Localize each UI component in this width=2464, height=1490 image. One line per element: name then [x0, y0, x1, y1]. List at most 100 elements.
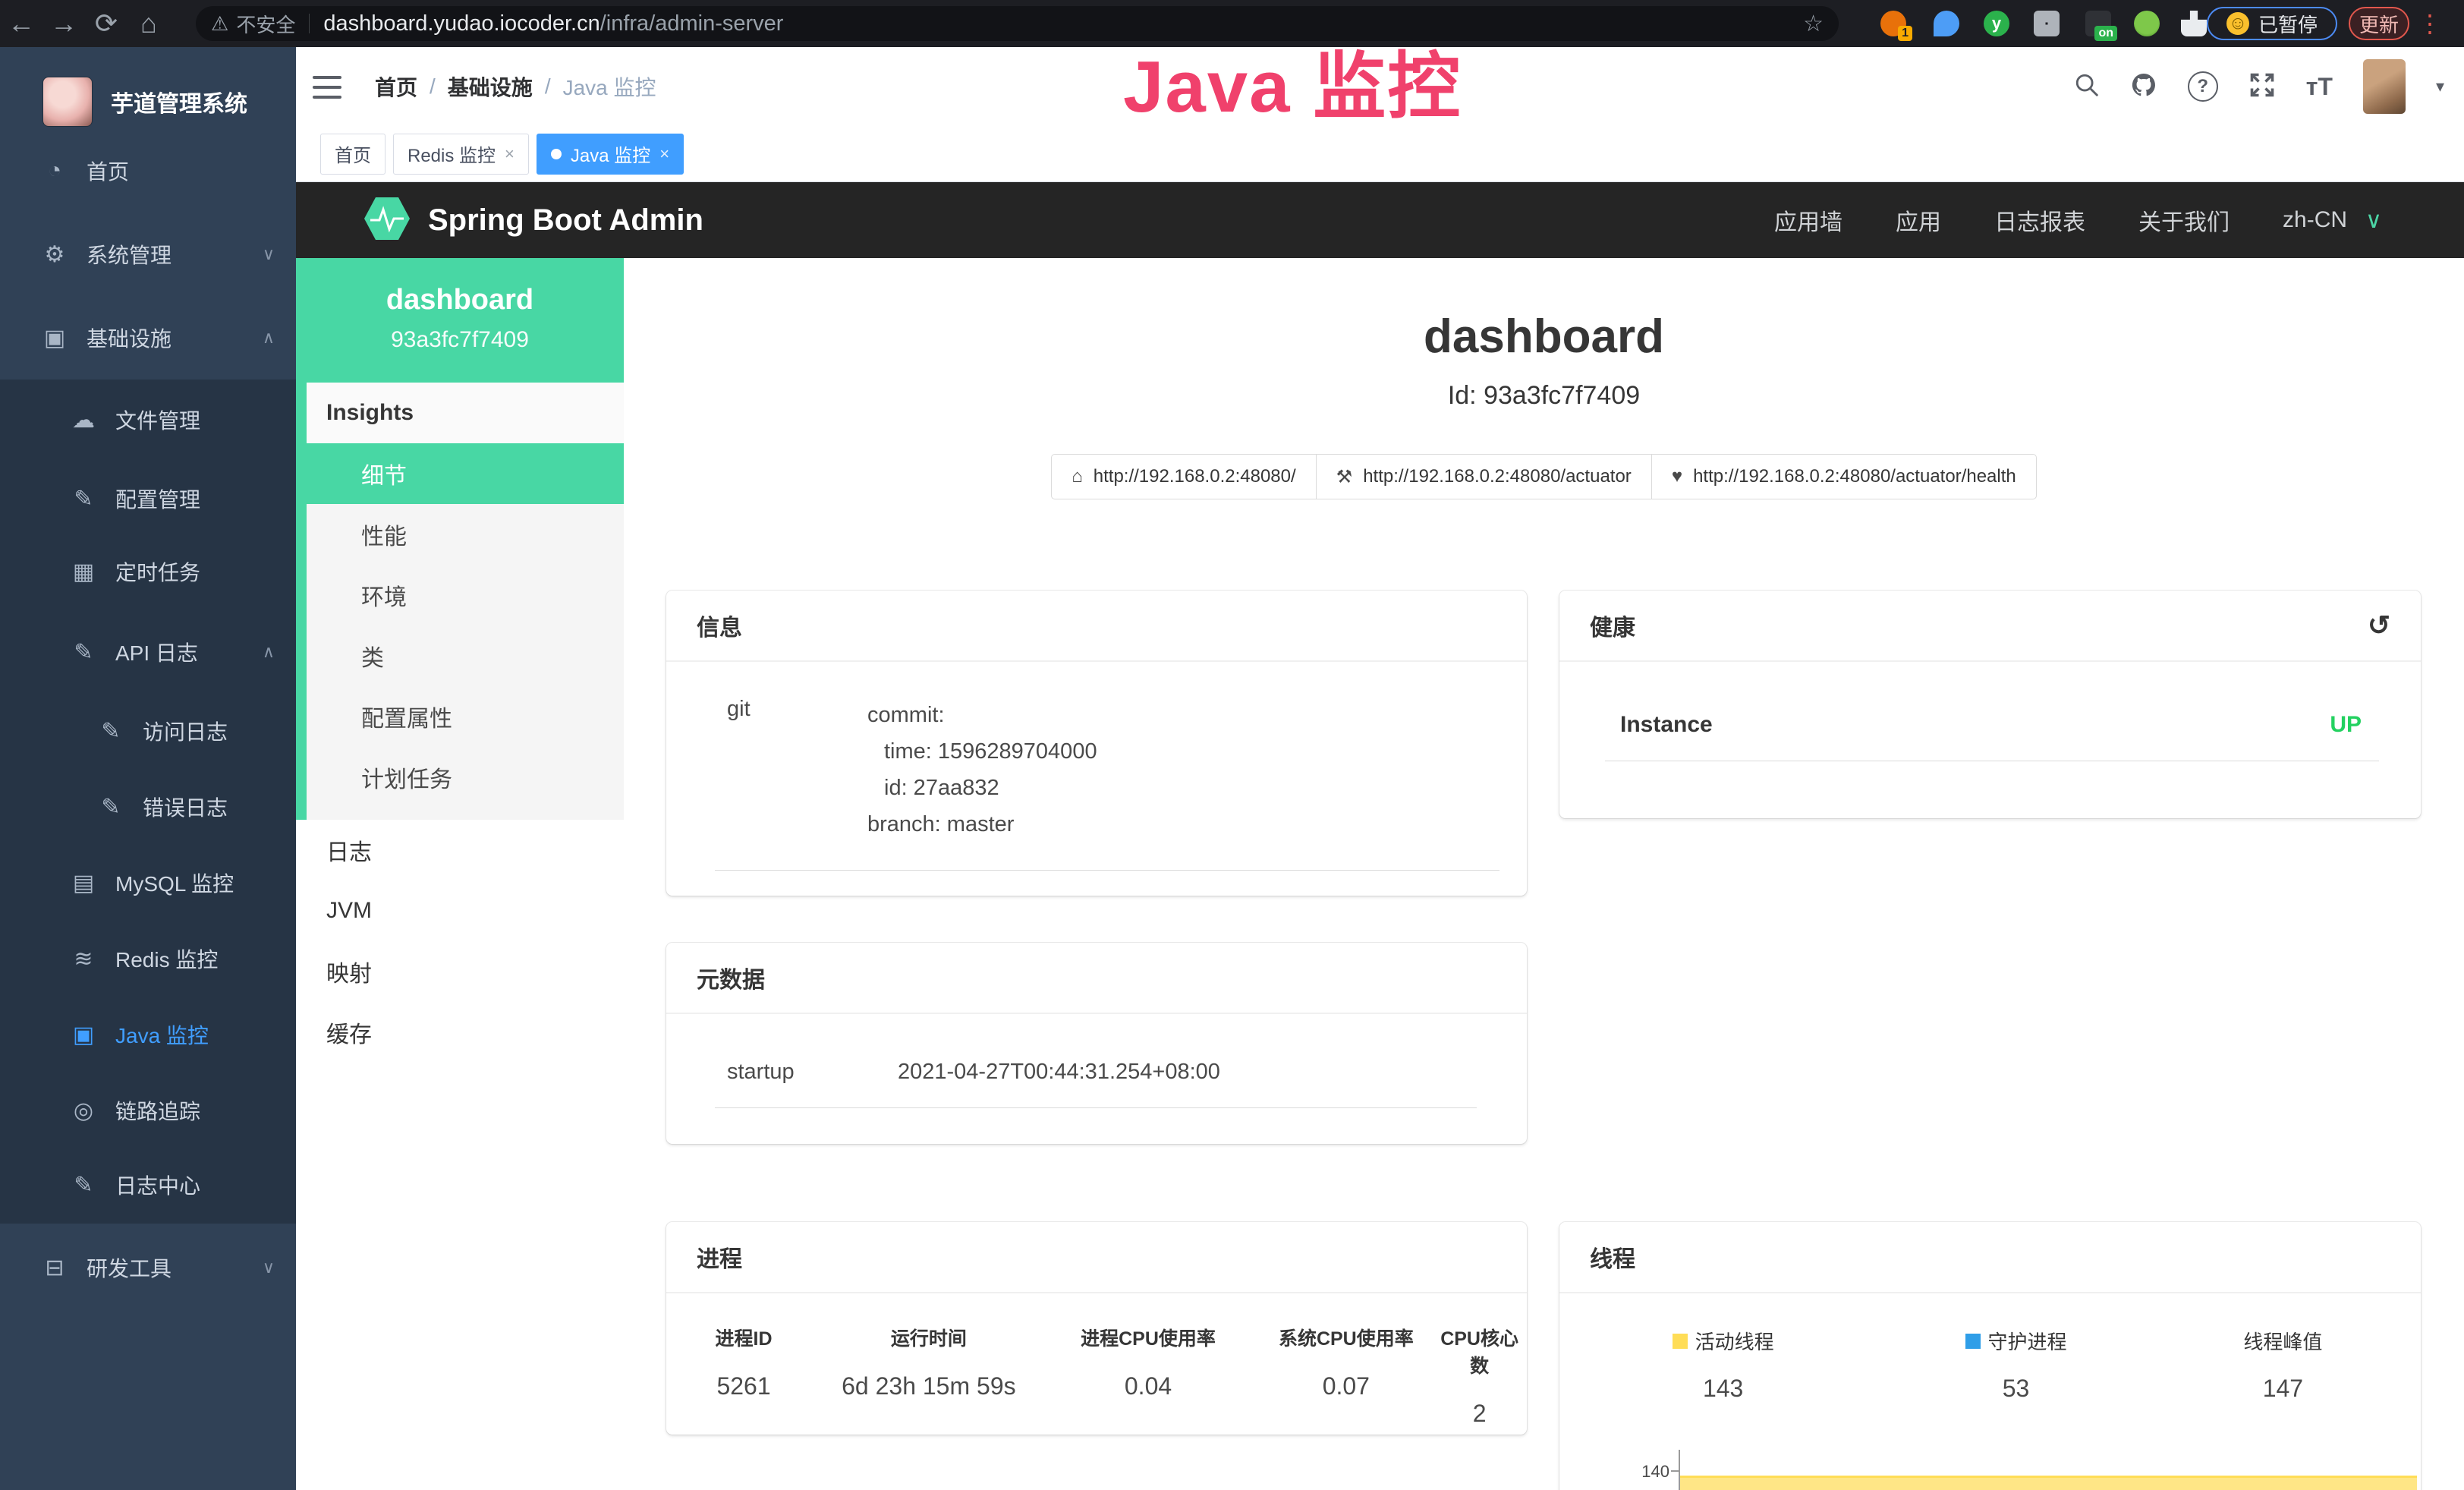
- security-chip[interactable]: ⚠ 不安全: [211, 10, 295, 38]
- sidebar-item-error-log[interactable]: ✎ 错误日志: [0, 770, 296, 843]
- app-logo: [42, 77, 93, 127]
- sba-nav-jvm[interactable]: JVM: [296, 880, 624, 941]
- fullscreen-icon[interactable]: [2248, 71, 2276, 102]
- sidebar-item-home[interactable]: ◔ 首页: [0, 134, 296, 207]
- sidebar-item-log-center[interactable]: ✎ 日志中心: [0, 1148, 296, 1221]
- chevron-down-icon[interactable]: ∨: [2365, 207, 2382, 234]
- info-line: commit:: [867, 697, 1097, 733]
- app-logo-row[interactable]: 芋道管理系统: [0, 67, 296, 137]
- close-icon[interactable]: ×: [659, 144, 669, 164]
- sidebar-item-label: 首页: [87, 156, 129, 186]
- extension-icon-orange[interactable]: 1: [1880, 11, 1906, 36]
- sidebar-item-mysql[interactable]: ▤ MySQL 监控: [0, 846, 296, 919]
- sba-nav-applications[interactable]: 应用: [1896, 203, 1941, 237]
- sidebar-item-trace[interactable]: ◎ 链路追踪: [0, 1074, 296, 1147]
- sidebar-item-files[interactable]: ☁ 文件管理: [0, 383, 296, 456]
- sba-nav-logs[interactable]: 日志: [296, 820, 624, 880]
- browser-home-button[interactable]: ⌂: [127, 0, 170, 47]
- actuator-url-button[interactable]: ⚒ http://192.168.0.2:48080/actuator: [1316, 454, 1652, 499]
- legend-label: 活动线程: [1695, 1327, 1774, 1355]
- sba-nav-metrics[interactable]: 性能: [307, 504, 624, 565]
- sidebar-item-config[interactable]: ✎ 配置管理: [0, 462, 296, 535]
- sba-sidebar: dashboard 93a3fc7f7409 Insights 细节 性能 环境…: [296, 258, 624, 1490]
- legend-active-threads: 活动线程: [1673, 1327, 1774, 1355]
- threads-daemon-value: 53: [1887, 1375, 2145, 1403]
- log-icon: ✎: [94, 794, 127, 821]
- close-icon[interactable]: ×: [505, 144, 515, 164]
- url-path: /infra/admin-server: [600, 11, 784, 36]
- health-card: 健康 ↺ Instance UP: [1559, 591, 2421, 818]
- extension-icon-pin[interactable]: [1934, 11, 1959, 36]
- sidebar-item-label: Redis 监控: [115, 943, 218, 974]
- extension-icon-green[interactable]: [2134, 11, 2160, 36]
- chevron-down-icon: ∨: [263, 1258, 275, 1277]
- tab-home[interactable]: 首页: [320, 134, 385, 175]
- tab-java-monitor[interactable]: Java 监控 ×: [537, 134, 684, 175]
- help-icon[interactable]: ?: [2188, 71, 2218, 102]
- sidebar-item-label: 配置管理: [115, 484, 200, 514]
- service-url-button[interactable]: ⌂ http://192.168.0.2:48080/: [1051, 454, 1316, 499]
- browser-update-button[interactable]: 更新: [2349, 7, 2409, 40]
- sba-nav-config-props[interactable]: 配置属性: [307, 686, 624, 747]
- sidebar-item-devtools[interactable]: ⊟ 研发工具 ∨: [0, 1231, 296, 1304]
- process-card: 进程 进程ID 5261 运行时间 6d 23h 15m 59s 进程CPU使用…: [666, 1222, 1527, 1435]
- chevron-down-icon: ∨: [263, 244, 275, 264]
- divider: [715, 870, 1499, 871]
- font-size-icon[interactable]: тT: [2306, 73, 2333, 101]
- process-col-header: CPU核心数: [1432, 1324, 1527, 1378]
- caret-down-icon[interactable]: ▾: [2436, 77, 2444, 96]
- bookmark-star-icon[interactable]: ☆: [1803, 11, 1824, 37]
- sba-brand[interactable]: Spring Boot Admin: [428, 203, 703, 238]
- sba-locale-select[interactable]: zh-CN: [2283, 207, 2347, 233]
- user-avatar[interactable]: [2363, 59, 2406, 114]
- extension-icon-list[interactable]: on: [2085, 11, 2111, 36]
- profile-paused-chip[interactable]: ☺ 已暂停: [2207, 7, 2337, 40]
- sidebar-item-java-monitor[interactable]: ▣ Java 监控: [0, 998, 296, 1071]
- sba-nav-scheduled-tasks[interactable]: 计划任务: [307, 747, 624, 808]
- legend-label: 守护进程: [1988, 1327, 2067, 1355]
- sba-nav-mappings[interactable]: 映射: [296, 941, 624, 1002]
- info-line: id: 27aa832: [867, 770, 1097, 806]
- sba-nav-caches[interactable]: 缓存: [296, 1002, 624, 1063]
- legend-peak-threads: 线程峰值: [2243, 1327, 2322, 1355]
- profile-avatar-icon: ☺: [2226, 12, 2249, 35]
- service-url: http://192.168.0.2:48080/: [1094, 466, 1296, 487]
- sba-nav-classes[interactable]: 类: [307, 625, 624, 686]
- github-icon[interactable]: [2130, 71, 2157, 102]
- sidebar-item-label: 文件管理: [115, 405, 200, 435]
- sba-nav-environment[interactable]: 环境: [307, 565, 624, 625]
- sba-nav-details[interactable]: 细节: [307, 443, 624, 504]
- breadcrumb-infra[interactable]: 基础设施: [448, 71, 533, 102]
- sba-nav-wall[interactable]: 应用墙: [1774, 203, 1842, 237]
- sidebar-item-jobs[interactable]: ▦ 定时任务: [0, 535, 296, 608]
- app-sidebar: 芋道管理系统 ◔ 首页 ⚙ 系统管理 ∨ ▣ 基础设施 ∧ ☁ 文件管理 ✎ 配…: [0, 47, 296, 1490]
- sidebar-item-api-log[interactable]: ✎ API 日志 ∧: [0, 616, 296, 688]
- process-value: 2: [1432, 1400, 1527, 1428]
- chevron-up-icon: ∧: [263, 328, 275, 348]
- sidebar-item-access-log[interactable]: ✎ 访问日志: [0, 695, 296, 767]
- extension-icon-y[interactable]: y: [1984, 11, 2009, 36]
- instance-header[interactable]: dashboard 93a3fc7f7409: [296, 258, 624, 383]
- sidebar-item-redis[interactable]: ≋ Redis 监控: [0, 922, 296, 995]
- browser-reload-button[interactable]: ⟳: [85, 0, 127, 47]
- browser-forward-button[interactable]: →: [42, 0, 85, 47]
- sidebar-item-system[interactable]: ⚙ 系统管理 ∨: [0, 218, 296, 291]
- extension-icon-grid[interactable]: [2034, 11, 2060, 36]
- sidebar-item-infra[interactable]: ▣ 基础设施 ∧: [0, 301, 296, 374]
- layers-icon: ≋: [67, 946, 100, 972]
- sidebar-item-label: MySQL 监控: [115, 868, 234, 898]
- search-icon[interactable]: [2074, 72, 2100, 102]
- sba-nav-journal[interactable]: 日志报表: [1994, 203, 2085, 237]
- breadcrumb-home[interactable]: 首页: [375, 71, 417, 102]
- sba-nav-about[interactable]: 关于我们: [2138, 203, 2230, 237]
- sidebar-toggle-icon[interactable]: [313, 76, 341, 99]
- tab-redis-monitor[interactable]: Redis 监控 ×: [393, 134, 529, 175]
- browser-menu-icon[interactable]: ⋮: [2418, 7, 2442, 40]
- address-bar[interactable]: ⚠ 不安全 dashboard.yudao.iocoder.cn /infra/…: [196, 6, 1839, 41]
- update-label: 更新: [2359, 10, 2399, 38]
- health-url-button[interactable]: ♥ http://192.168.0.2:48080/actuator/heal…: [1651, 454, 2037, 499]
- page-title: dashboard: [624, 310, 2464, 364]
- history-icon[interactable]: ↺: [2368, 610, 2390, 641]
- sba-content: dashboard Id: 93a3fc7f7409 ⌂ http://192.…: [624, 258, 2464, 1490]
- browser-back-button[interactable]: ←: [0, 0, 42, 47]
